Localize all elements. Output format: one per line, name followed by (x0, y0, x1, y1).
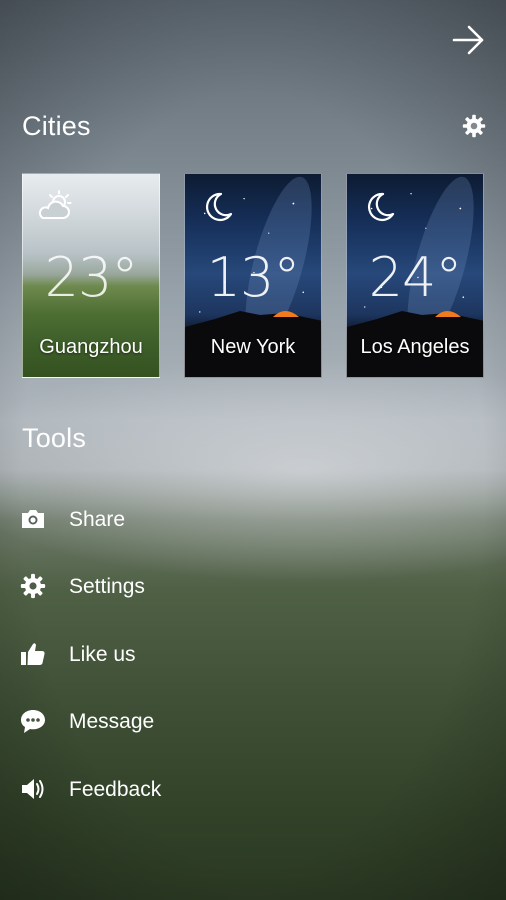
city-name: Los Angeles (360, 336, 470, 358)
settings-label: Settings (69, 575, 145, 598)
moon-icon (368, 192, 395, 221)
message-item[interactable]: Message (0, 694, 506, 750)
city-card-los-angeles[interactable]: 24° Los Angeles (346, 173, 484, 378)
partly-cloudy-sun-icon (38, 190, 72, 219)
moon-icon (206, 192, 233, 221)
forward-button[interactable] (448, 22, 488, 58)
gear-icon (462, 114, 486, 138)
city-temp: 13° (206, 246, 301, 309)
arrow-right-icon (452, 25, 484, 55)
city-temp: 24° (368, 246, 463, 309)
city-card-new-york[interactable]: 13° New York (184, 173, 322, 378)
city-card-guangzhou[interactable]: 23° Guangzhou (22, 173, 160, 378)
settings-item[interactable]: Settings (0, 559, 506, 615)
message-label: Message (69, 710, 155, 733)
thumbs-up-icon (21, 643, 45, 665)
camera-icon (22, 510, 44, 528)
like-us-label: Like us (69, 643, 136, 666)
speaker-icon (22, 779, 44, 799)
share-item[interactable]: Share (0, 492, 506, 548)
tools-heading: Tools (22, 423, 87, 453)
city-name: New York (210, 336, 296, 358)
share-label: Share (69, 508, 126, 531)
gear-icon (20, 573, 46, 599)
feedback-label: Feedback (69, 778, 162, 801)
cities-heading: Cities (22, 111, 91, 141)
chat-bubble-icon (21, 710, 45, 733)
cities-settings-button[interactable] (462, 114, 486, 138)
like-us-item[interactable]: Like us (0, 627, 506, 683)
feedback-item[interactable]: Feedback (0, 762, 506, 818)
city-name: Guangzhou (39, 336, 143, 358)
city-temp: 23° (44, 246, 139, 309)
